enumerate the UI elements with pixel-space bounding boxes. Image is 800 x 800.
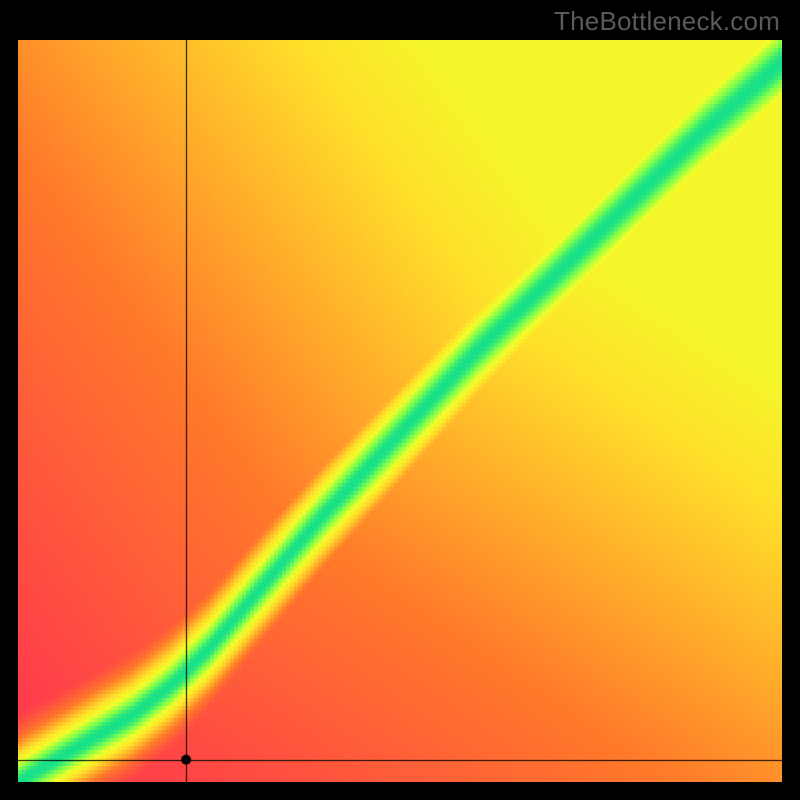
watermark-label: TheBottleneck.com: [554, 6, 780, 37]
crosshair-overlay: [18, 40, 782, 782]
plot-area: [18, 40, 782, 782]
chart-frame: TheBottleneck.com: [0, 0, 800, 800]
